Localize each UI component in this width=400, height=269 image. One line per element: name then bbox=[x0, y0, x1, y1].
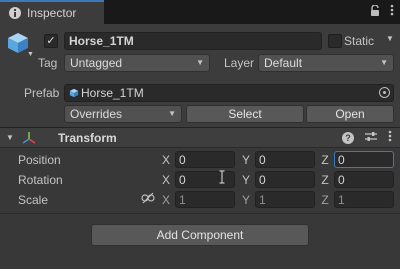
axis-y-label: Y bbox=[241, 173, 250, 187]
position-y-input[interactable]: 0 bbox=[255, 151, 315, 168]
active-checkbox[interactable]: ✓ bbox=[44, 34, 58, 48]
scale-label: Scale bbox=[18, 193, 49, 207]
rotation-label: Rotation bbox=[18, 173, 63, 187]
chevron-down-icon: ▼ bbox=[380, 58, 388, 67]
info-icon bbox=[8, 6, 22, 20]
axis-y-label: Y bbox=[241, 193, 250, 207]
object-picker-icon[interactable] bbox=[379, 87, 390, 98]
text-cursor-icon bbox=[219, 170, 225, 187]
rotation-z-input[interactable]: 0 bbox=[334, 171, 394, 188]
axis-x-label: X bbox=[161, 173, 170, 187]
axis-x-label: X bbox=[161, 193, 170, 207]
prefab-object-field[interactable]: Horse_1TM bbox=[64, 84, 394, 102]
tag-label: Tag bbox=[38, 56, 58, 70]
static-checkbox[interactable] bbox=[328, 34, 342, 48]
foldout-arrow-icon[interactable]: ▼ bbox=[6, 133, 14, 142]
scale-x-input[interactable]: 1 bbox=[175, 191, 235, 208]
open-button[interactable]: Open bbox=[306, 105, 394, 123]
prefab-value: Horse_1TM bbox=[81, 86, 144, 100]
position-z-input[interactable]: 0 bbox=[334, 151, 394, 168]
scale-y-input[interactable]: 1 bbox=[255, 191, 315, 208]
lock-icon[interactable] bbox=[370, 3, 380, 19]
add-component-button[interactable]: Add Component bbox=[91, 224, 309, 246]
axis-z-label: Z bbox=[321, 193, 329, 207]
axis-x-label: X bbox=[161, 153, 170, 167]
prefab-asset-icon bbox=[69, 88, 79, 98]
constrain-proportions-icon[interactable] bbox=[141, 192, 155, 207]
transform-axes-icon bbox=[22, 131, 36, 148]
tab-bar: Inspector bbox=[0, 0, 400, 24]
rotation-x-input[interactable]: 0 bbox=[175, 171, 235, 188]
layer-dropdown[interactable]: Default ▼ bbox=[258, 54, 394, 72]
transform-component-header[interactable]: ▼ Transform ? bbox=[0, 128, 400, 148]
static-dropdown-caret-icon[interactable]: ▼ bbox=[386, 34, 394, 43]
icon-dropdown-caret-icon[interactable]: ▼ bbox=[27, 51, 34, 58]
layer-value: Default bbox=[264, 56, 303, 70]
position-x-input[interactable]: 0 bbox=[175, 151, 235, 168]
transform-title: Transform bbox=[58, 131, 117, 145]
presets-icon[interactable] bbox=[365, 131, 377, 145]
layer-label: Layer bbox=[224, 56, 255, 70]
chevron-down-icon: ▼ bbox=[196, 58, 204, 67]
kebab-menu-icon[interactable] bbox=[390, 4, 394, 19]
overrides-dropdown[interactable]: Overrides ▼ bbox=[64, 105, 182, 123]
scale-z-input[interactable]: 1 bbox=[334, 191, 394, 208]
tag-dropdown[interactable]: Untagged ▼ bbox=[64, 54, 210, 72]
rotation-y-input[interactable]: 0 bbox=[255, 171, 315, 188]
position-label: Position bbox=[18, 153, 61, 167]
tab-title: Inspector bbox=[27, 6, 77, 20]
static-label: Static bbox=[344, 34, 375, 48]
prefab-label: Prefab bbox=[24, 86, 60, 100]
select-button[interactable]: Select bbox=[186, 105, 304, 123]
axis-y-label: Y bbox=[241, 153, 250, 167]
help-icon[interactable]: ? bbox=[342, 131, 354, 144]
chevron-down-icon: ▼ bbox=[168, 109, 176, 118]
inspector-tab[interactable]: Inspector bbox=[0, 0, 104, 24]
gameobject-header: ▼ ✓ Horse_1TM Static ▼ Tag Untagged ▼ La… bbox=[0, 24, 400, 128]
gameobject-name-input[interactable]: Horse_1TM bbox=[64, 32, 322, 50]
section-divider bbox=[0, 213, 400, 214]
axis-z-label: Z bbox=[321, 153, 329, 167]
component-menu-icon[interactable] bbox=[388, 130, 392, 145]
overrides-label: Overrides bbox=[70, 107, 123, 121]
axis-z-label: Z bbox=[321, 173, 329, 187]
tag-value: Untagged bbox=[70, 56, 123, 70]
